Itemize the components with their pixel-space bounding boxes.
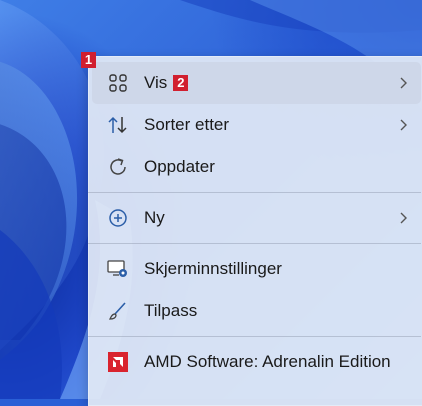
annotation-marker-2: 2: [173, 75, 189, 91]
display-settings-icon: [104, 255, 132, 283]
menu-item-amd-software[interactable]: AMD Software: Adrenalin Edition: [92, 341, 421, 383]
menu-item-label: AMD Software: Adrenalin Edition: [144, 352, 391, 371]
brush-icon: [104, 297, 132, 325]
menu-item-oppdater[interactable]: Oppdater: [92, 146, 421, 188]
amd-logo-icon: [104, 348, 132, 376]
menu-item-label: Sorter etter: [144, 115, 230, 134]
plus-circle-icon: [104, 204, 132, 232]
menu-item-vis[interactable]: Vis 2: [92, 62, 421, 104]
menu-separator: [88, 336, 421, 337]
menu-item-label: Oppdater: [144, 157, 215, 176]
menu-separator: [88, 192, 421, 193]
chevron-right-icon: [400, 212, 407, 224]
menu-item-label: Vis: [144, 73, 168, 92]
menu-item-ny[interactable]: Ny: [92, 197, 421, 239]
chevron-right-icon: [400, 77, 407, 89]
grid-icon: [104, 69, 132, 97]
refresh-icon: [104, 153, 132, 181]
sort-arrows-icon: [104, 111, 132, 139]
menu-separator: [88, 243, 421, 244]
menu-item-tilpass[interactable]: Tilpass: [92, 290, 421, 332]
menu-item-label: Tilpass: [144, 301, 198, 320]
menu-item-label: Skjerminnstillinger: [144, 259, 282, 278]
menu-item-sorter-etter[interactable]: Sorter etter: [92, 104, 421, 146]
desktop-context-menu: Vis 2 Sorter etter Oppdater Ny Skjerminn…: [88, 56, 422, 406]
menu-item-label: Ny: [144, 208, 165, 227]
annotation-marker-1: 1: [81, 52, 96, 68]
menu-item-skjerminnstillinger[interactable]: Skjerminnstillinger: [92, 248, 421, 290]
chevron-right-icon: [400, 119, 407, 131]
